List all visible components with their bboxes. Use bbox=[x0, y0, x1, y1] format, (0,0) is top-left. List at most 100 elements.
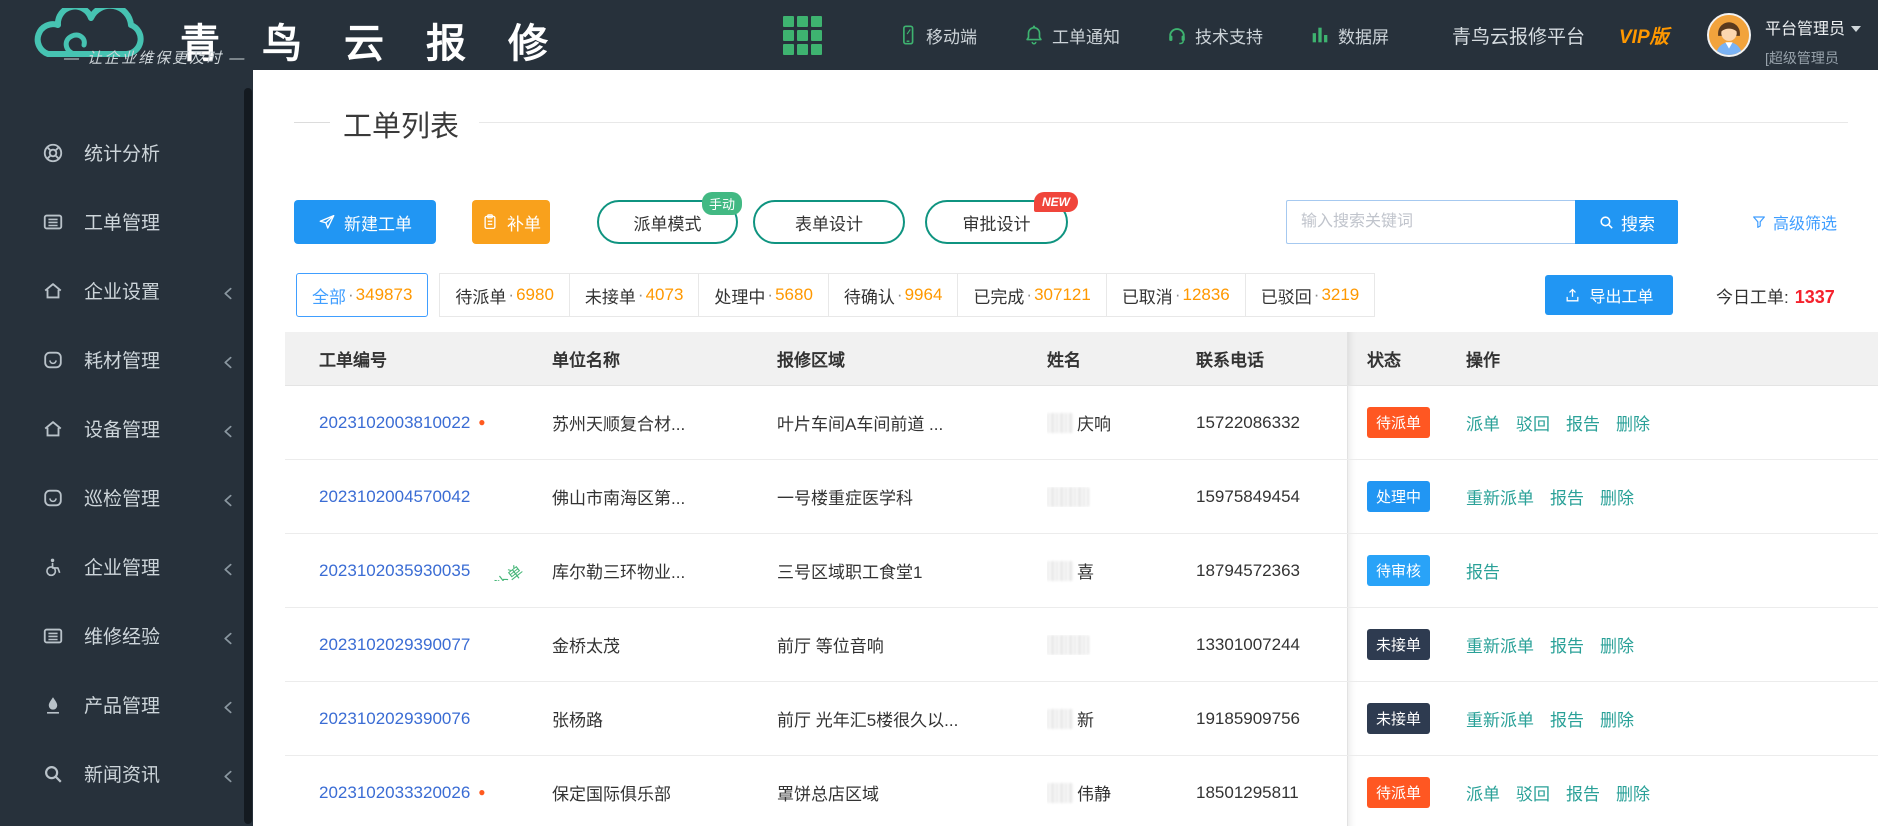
sidebar-item-news[interactable]: 新闻资讯 bbox=[0, 739, 253, 808]
home-icon bbox=[42, 280, 64, 302]
nav-item-label: 移动端 bbox=[926, 27, 977, 47]
action-link[interactable]: 驳回 bbox=[1516, 780, 1550, 805]
sidebar-item-consumables[interactable]: 耗材管理 bbox=[0, 325, 253, 394]
action-link[interactable]: 删除 bbox=[1600, 484, 1634, 509]
approval-design-button[interactable]: 审批设计 NEW bbox=[925, 192, 1078, 244]
tab-separator: · bbox=[896, 285, 903, 304]
search-icon bbox=[1600, 215, 1613, 229]
sidebar-item-inspection[interactable]: 巡检管理 bbox=[0, 463, 253, 532]
filter-tab-processing[interactable]: 处理中 · 5680 bbox=[698, 273, 829, 317]
filter-tab-completed[interactable]: 已完成 · 307121 bbox=[957, 273, 1107, 317]
wheelchair-icon bbox=[42, 556, 64, 578]
tab-label: 已完成 bbox=[973, 287, 1025, 307]
nav-item-support[interactable]: 技术支持 bbox=[1166, 23, 1263, 48]
search-input[interactable] bbox=[1286, 200, 1575, 244]
mobile-icon bbox=[897, 24, 919, 46]
user-avatar[interactable] bbox=[1707, 13, 1751, 57]
action-link[interactable]: 报告 bbox=[1466, 558, 1500, 583]
phone-cell: 18794572363 bbox=[1196, 561, 1347, 581]
supplement-order-button[interactable]: 补单 bbox=[472, 200, 550, 244]
paper-plane-icon bbox=[319, 214, 335, 229]
page-title: 工单列表 bbox=[343, 111, 460, 143]
actions-cell: 重新派单 报告 删除 bbox=[1466, 632, 1878, 657]
action-link[interactable]: 报告 bbox=[1566, 780, 1600, 805]
action-link[interactable]: 重新派单 bbox=[1466, 484, 1534, 509]
phone-text: 18794572363 bbox=[1196, 560, 1301, 580]
redacted-block bbox=[1047, 634, 1089, 655]
tab-label: 待确认 bbox=[843, 287, 895, 307]
search-icon bbox=[42, 763, 64, 785]
action-link[interactable]: 派单 bbox=[1466, 410, 1500, 435]
name-cell: 庆响 bbox=[1047, 410, 1196, 435]
table-row: 2023102003810022 ● 苏州天顺复合材... 叶片车间A车间前道 ...… bbox=[285, 386, 1878, 460]
action-link[interactable]: 报告 bbox=[1550, 706, 1584, 731]
action-link[interactable]: 报告 bbox=[1550, 632, 1584, 657]
workorder-id-link[interactable]: 2023102004570042 bbox=[319, 487, 470, 506]
action-link[interactable]: 重新派单 bbox=[1466, 706, 1534, 731]
new-workorder-button[interactable]: 新建工单 bbox=[294, 200, 436, 244]
action-link[interactable]: 报告 bbox=[1550, 484, 1584, 509]
action-link[interactable]: 驳回 bbox=[1516, 410, 1550, 435]
fixed-columns: 未接单 重新派单 报告 删除 bbox=[1347, 682, 1878, 755]
area-cell: 叶片车间A车间前道 ... bbox=[777, 415, 944, 434]
unread-dot-icon: ● bbox=[478, 784, 486, 799]
workorder-id-link[interactable]: 2023102029390077 bbox=[319, 635, 470, 654]
phone-text: 18501295811 bbox=[1196, 782, 1299, 802]
action-link[interactable]: 派单 bbox=[1466, 780, 1500, 805]
workorder-id-link[interactable]: 2023102035930035 bbox=[319, 561, 470, 580]
tab-count: 3219 bbox=[1321, 285, 1360, 304]
action-link[interactable]: 报告 bbox=[1566, 410, 1600, 435]
actions-cell: 派单 驳回 报告 删除 bbox=[1466, 780, 1878, 805]
fixed-columns: 待派单 派单 驳回 报告 删除 bbox=[1347, 756, 1878, 826]
workorder-id-link[interactable]: 2023102003810022 bbox=[319, 413, 470, 432]
sidebar-item-stats[interactable]: 统计分析 bbox=[0, 118, 253, 187]
nav-item-notify[interactable]: 工单通知 bbox=[1023, 23, 1120, 48]
filter-tab-pending-confirm[interactable]: 待确认 · 9964 bbox=[827, 273, 959, 317]
action-link[interactable]: 删除 bbox=[1600, 632, 1634, 657]
filter-tab-cancelled[interactable]: 已取消 · 12836 bbox=[1105, 273, 1246, 317]
filter-tab-all[interactable]: 全部 · 349873 bbox=[296, 273, 429, 317]
action-link[interactable]: 重新派单 bbox=[1466, 632, 1534, 657]
status-badge: 处理中 bbox=[1367, 481, 1431, 512]
chevron-left-icon bbox=[222, 284, 235, 300]
action-link[interactable]: 删除 bbox=[1616, 410, 1650, 435]
sidebar-item-equipment[interactable]: 设备管理 bbox=[0, 394, 253, 463]
status-cell: 待派单 bbox=[1367, 407, 1466, 438]
dispatch-mode-button[interactable]: 派单模式 手动 bbox=[597, 192, 742, 244]
filter-tab-rejected[interactable]: 已驳回 · 3219 bbox=[1244, 273, 1376, 317]
name-cell bbox=[1047, 634, 1196, 655]
company-cell: 张杨路 bbox=[552, 711, 603, 730]
workorder-id-link[interactable]: 2023102033320026 bbox=[319, 783, 470, 802]
box-icon bbox=[42, 349, 64, 371]
table-row: 2023102029390076 张杨路 前厅 光年汇5楼很久以... 新 191859… bbox=[285, 682, 1878, 756]
export-workorders-button[interactable]: 导出工单 bbox=[1545, 275, 1673, 315]
sidebar-item-enterprise[interactable]: 企业管理 bbox=[0, 532, 253, 601]
filter-tab-pending-dispatch[interactable]: 待派单 · 6980 bbox=[439, 273, 570, 317]
tab-count: 307121 bbox=[1034, 285, 1091, 304]
filter-tab-unaccepted[interactable]: 未接单 · 4073 bbox=[568, 273, 700, 317]
nav-item-mobile[interactable]: 移动端 bbox=[897, 23, 977, 48]
status-badge: 未接单 bbox=[1367, 629, 1431, 660]
home-icon bbox=[42, 418, 64, 440]
sidebar-item-company-settings[interactable]: 企业设置 bbox=[0, 256, 253, 325]
name-text: 喜 bbox=[1077, 563, 1094, 582]
sidebar-scrollbar[interactable] bbox=[244, 88, 252, 824]
name-cell: 喜 bbox=[1047, 558, 1196, 583]
sidebar-item-repair-experience[interactable]: 维修经验 bbox=[0, 601, 253, 670]
user-menu[interactable]: 平台管理员 [超级管理员 bbox=[1765, 15, 1862, 68]
search-button[interactable]: 搜索 bbox=[1575, 200, 1678, 244]
table-row: 2023102033320026 ● 保定国际俱乐部 罩饼总店区域 伟静 18501295… bbox=[285, 756, 1878, 826]
advanced-filter-link[interactable]: 高级筛选 bbox=[1751, 210, 1837, 234]
apps-grid-icon[interactable] bbox=[783, 16, 823, 56]
name-text: 新 bbox=[1077, 711, 1094, 730]
sidebar-item-workorders[interactable]: 工单管理 bbox=[0, 187, 253, 256]
tab-count: 6980 bbox=[516, 285, 554, 304]
sidebar-item-label: 企业管理 bbox=[84, 558, 161, 579]
sidebar-item-products[interactable]: 产品管理 bbox=[0, 670, 253, 739]
action-link[interactable]: 删除 bbox=[1616, 780, 1650, 805]
workorder-id-link[interactable]: 2023102029390076 bbox=[319, 709, 470, 728]
phone-text: 15722086332 bbox=[1196, 412, 1301, 432]
nav-item-screen[interactable]: 数据屏 bbox=[1309, 23, 1389, 48]
form-design-button[interactable]: 表单设计 bbox=[753, 200, 905, 244]
action-link[interactable]: 删除 bbox=[1600, 706, 1634, 731]
